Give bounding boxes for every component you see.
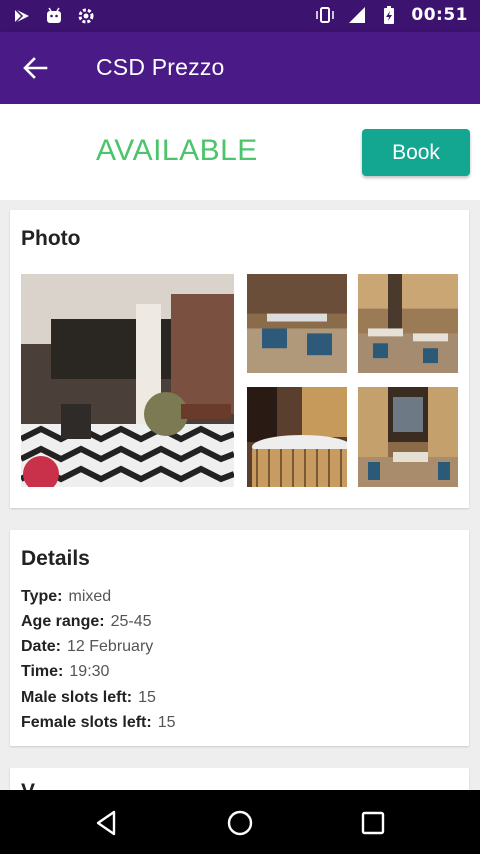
photo-thumbnail[interactable] [247,274,347,373]
detail-value: 15 [157,714,176,731]
app-bar: CSD Prezzo [0,32,480,104]
photo-section-title: Photo [21,227,81,250]
battery-charging-icon [384,6,395,24]
detail-value: 12 February [67,638,154,655]
photo-thumbnail[interactable] [358,387,458,487]
detail-label: Male slots left: [21,689,133,706]
availability-status: AVAILABLE [96,134,258,167]
photo-main[interactable] [21,274,234,487]
status-bar: 00:51 [0,0,480,32]
details-section-title: Details [21,547,90,570]
detail-row-female-slots: Female slots left: 15 [21,714,176,732]
vibrate-icon [316,7,335,23]
detail-label: Age range: [21,613,105,630]
detail-value: 15 [138,689,156,706]
back-arrow-icon[interactable] [18,54,54,82]
play-store-icon [14,8,29,24]
page-title: CSD Prezzo [96,54,225,80]
detail-row-time: Time: 19:30 [21,663,109,681]
detail-row-male-slots: Male slots left: 15 [21,689,156,707]
photo-thumbnail[interactable] [247,387,347,487]
detail-label: Time: [21,663,64,680]
detail-value: 19:30 [69,663,110,680]
signal-icon [349,7,366,23]
details-card: Details Type: mixed Age range: 25-45 Date:… [10,530,469,746]
settings-gear-icon [78,8,94,24]
detail-value: mixed [68,588,112,605]
detail-row-date: Date: 12 February [21,638,153,656]
book-button[interactable]: Book [362,129,470,176]
navigation-bar [0,790,480,854]
nav-back-icon[interactable] [92,808,122,838]
nav-home-icon[interactable] [225,808,255,838]
detail-label: Date: [21,638,62,655]
detail-row-age-range: Age range: 25-45 [21,613,152,631]
nav-recents-icon[interactable] [358,808,388,838]
detail-label: Female slots left: [21,714,152,731]
clock-time: 00:51 [411,5,468,25]
photo-card: Photo [10,210,469,508]
availability-bar: AVAILABLE Book [0,104,480,200]
detail-label: Type: [21,588,63,605]
detail-value: 25-45 [110,613,152,630]
android-icon [47,7,61,23]
detail-row-type: Type: mixed [21,588,111,606]
photo-thumbnail[interactable] [358,274,458,373]
